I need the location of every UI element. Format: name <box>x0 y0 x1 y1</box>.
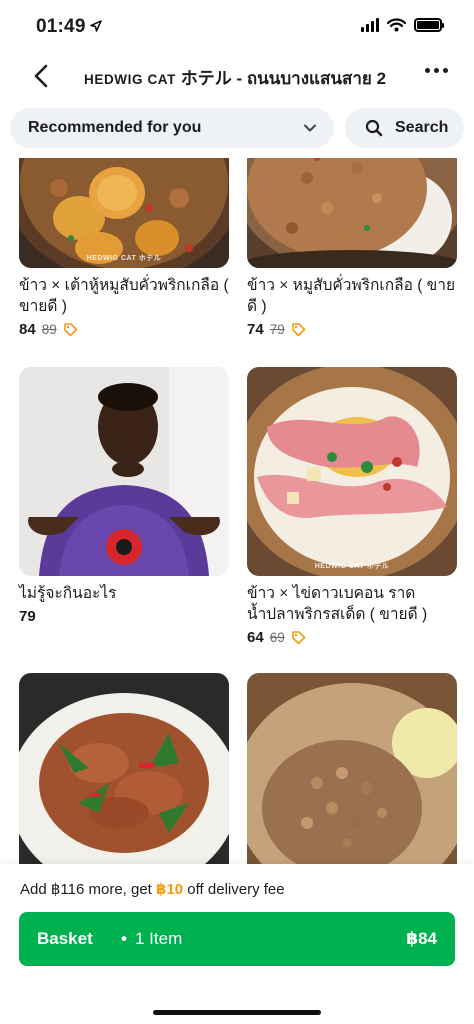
discount-tag-icon <box>291 323 306 337</box>
sort-dropdown-label: Recommended for you <box>28 119 202 136</box>
menu-item-name: ข้าว × เต้าหู้หมูสับคั่วพริกเกลือ ( ขายด… <box>19 277 229 315</box>
price-row: 74 79 <box>247 321 457 338</box>
image-watermark: HEDWIG CAT ホテル <box>86 255 162 262</box>
cellular-signal-icon <box>361 18 379 32</box>
discount-tag-icon <box>291 631 306 645</box>
discount-tag-icon <box>63 323 78 337</box>
menu-item-price: 84 <box>19 321 36 338</box>
menu-item-old-price: 89 <box>41 322 57 337</box>
location-arrow-icon <box>90 20 102 32</box>
menu-item-price: 79 <box>19 608 36 625</box>
delivery-promo-text: Add ฿116 more, get ฿10 off delivery fee <box>20 880 285 898</box>
wifi-icon <box>387 18 406 32</box>
chevron-down-icon <box>304 124 316 132</box>
menu-item-card[interactable] <box>247 673 457 864</box>
menu-item-price: 64 <box>247 629 264 646</box>
search-icon <box>365 119 383 137</box>
status-time: 01:49 <box>36 16 86 37</box>
basket-button[interactable]: Basket • 1 Item ฿84 <box>19 912 455 966</box>
menu-item-old-price: 79 <box>269 322 285 337</box>
menu-item-image <box>19 673 229 864</box>
price-row: 79 <box>19 608 229 625</box>
filter-row: Recommended for you Search <box>0 106 474 150</box>
more-options-icon[interactable] <box>425 68 448 73</box>
menu-item-price: 74 <box>247 321 264 338</box>
back-arrow-icon[interactable] <box>28 62 56 90</box>
menu-item-name: ไม่รู้จะกินอะไร <box>19 585 117 602</box>
image-watermark: HEDWIG CAT ホテル <box>314 563 390 570</box>
checkout-panel: Add ฿116 more, get ฿10 off delivery fee … <box>0 864 474 1024</box>
basket-item-count: 1 Item <box>135 929 183 948</box>
menu-item-image: HEDWIG CAT ホテル <box>19 158 229 268</box>
search-label: Search <box>395 119 449 136</box>
home-indicator[interactable] <box>153 1010 321 1015</box>
price-row: 64 69 <box>247 629 457 646</box>
menu-grid: HEDWIG CAT ホテル ข้าว × เต้าหู้หมูสับคั่วพ… <box>0 158 474 864</box>
menu-item-card[interactable]: HEDWIG CAT ホテル ข้าว × ไข่ดาวเบคอน ราดน้ำ… <box>247 367 457 646</box>
menu-item-name: ข้าว × หมูสับคั่วพริกเกลือ ( ขายดี ) <box>247 277 456 315</box>
menu-item-image: HEDWIG CAT ホテル <box>247 367 457 576</box>
menu-item-name: ข้าว × ไข่ดาวเบคอน ราดน้ำปลาพริกรสเด็ด (… <box>247 585 428 623</box>
sort-dropdown[interactable]: Recommended for you <box>10 108 334 148</box>
battery-icon <box>414 18 444 32</box>
status-bar: 01:49 <box>0 0 474 52</box>
basket-label: Basket <box>37 929 93 948</box>
menu-item-card[interactable]: HEDWIG CAT ホテル ข้าว × เต้าหู้หมูสับคั่วพ… <box>19 158 229 338</box>
search-button[interactable]: Search <box>345 108 464 148</box>
promo-prefix: Add ฿116 more, get <box>20 881 157 898</box>
store-title-rest: ホテル - ถนนบางแสนสาย 2 <box>180 69 387 88</box>
menu-item-card[interactable]: ไม่รู้จะกินอะไร 79 <box>19 367 229 625</box>
basket-separator: • <box>121 929 127 948</box>
promo-highlight: ฿10 <box>156 881 184 898</box>
menu-item-image <box>19 367 229 576</box>
store-title: HEDWIG CAT ホテル - ถนนบางแสนสาย 2 <box>84 64 386 92</box>
menu-item-card[interactable] <box>19 673 229 864</box>
menu-item-image <box>247 158 457 268</box>
price-row: 84 89 <box>19 321 229 338</box>
menu-item-card[interactable]: ข้าว × หมูสับคั่วพริกเกลือ ( ขายดี ) 74 … <box>247 158 457 338</box>
menu-item-image <box>247 673 457 864</box>
store-header: HEDWIG CAT ホテル - ถนนบางแสนสาย 2 <box>0 52 474 100</box>
basket-total: ฿84 <box>406 929 437 948</box>
promo-suffix: off delivery fee <box>183 881 285 898</box>
store-title-latin: HEDWIG CAT <box>84 72 176 87</box>
menu-item-old-price: 69 <box>269 630 285 645</box>
